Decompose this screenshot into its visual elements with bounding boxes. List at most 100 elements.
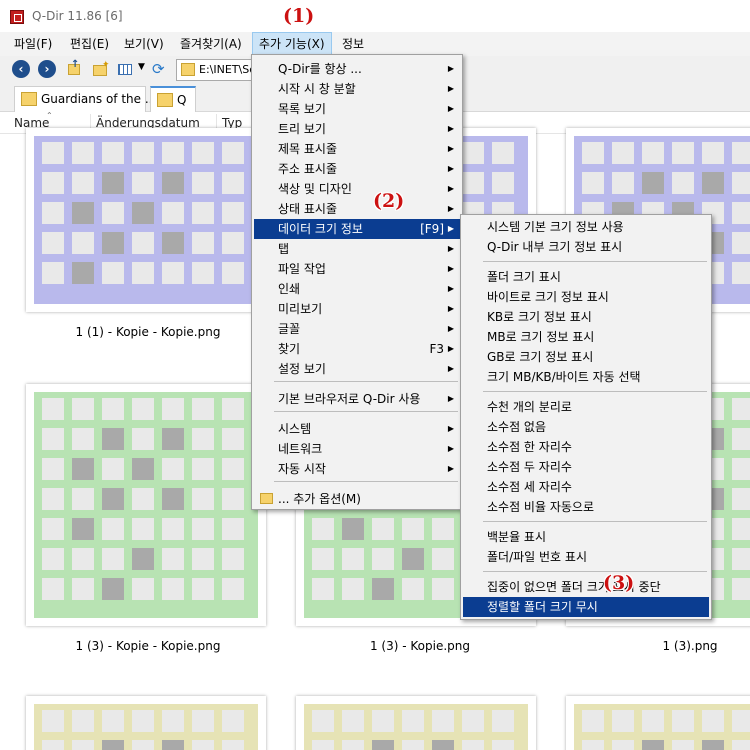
size-menu-item[interactable]: 수천 개의 분리로	[463, 397, 709, 417]
size-menu-item[interactable]: 소수점 두 자리수	[463, 457, 709, 477]
image-pixel	[222, 488, 244, 510]
image-pixel	[612, 142, 634, 164]
extras-menu-item[interactable]: 찾기 F3 ▶	[254, 339, 460, 359]
menu-item-label: 크기 MB/KB/바이트 자동 선택	[487, 370, 641, 384]
extras-menu-item[interactable]: 색상 및 디자인 ▶	[254, 179, 460, 199]
forward-arrow-icon[interactable]: ›	[38, 60, 56, 78]
chevron-down-icon[interactable]: ▼	[138, 62, 148, 80]
image-pixel	[132, 518, 154, 540]
image-pixel	[42, 262, 64, 284]
image-pixel	[72, 172, 94, 194]
image-pixel	[102, 142, 124, 164]
size-menu-item[interactable]: 크기 MB/KB/바이트 자동 선택	[463, 367, 709, 387]
thumbnail-item[interactable]	[26, 128, 266, 312]
tab-q[interactable]: Q	[150, 86, 196, 112]
menu-file[interactable]: 파일(F)	[8, 32, 58, 56]
extras-menu-item[interactable]: 설정 보기 ▶	[254, 359, 460, 379]
size-menu-item[interactable]: 폴더/파일 번호 표시	[463, 547, 709, 567]
back-arrow-icon[interactable]: ‹	[12, 60, 30, 78]
image-pixel	[222, 458, 244, 480]
extras-menu-item[interactable]: 파일 작업 ▶	[254, 259, 460, 279]
size-menu-item[interactable]: 집중이 없으면 폴더 크기 표시 중단	[463, 577, 709, 597]
image-pixel	[42, 518, 64, 540]
size-menu-item[interactable]: GB로 크기 정보 표시	[463, 347, 709, 367]
size-menu-item[interactable]: 소수점 세 자리수	[463, 477, 709, 497]
size-menu-item[interactable]: MB로 크기 정보 표시	[463, 327, 709, 347]
image-pixel	[672, 740, 694, 750]
menu-info[interactable]: 정보	[336, 32, 370, 56]
extras-menu-item[interactable]: 트리 보기 ▶	[254, 119, 460, 139]
tab-guardians[interactable]: Guardians of the ...	[14, 86, 156, 112]
extras-menu-item[interactable]: 기본 브라우저로 Q-Dir 사용 ▶	[254, 389, 460, 409]
menu-item-label: 파일 작업	[278, 262, 326, 276]
menu-item-label: 폴더 크기 표시	[487, 270, 561, 284]
size-menu-item[interactable]: 소수점 비율 자동으로	[463, 497, 709, 517]
up-folder-icon[interactable]: ↑	[66, 59, 82, 78]
view-grid-icon[interactable]	[116, 60, 136, 78]
image-pixel	[132, 740, 154, 750]
extras-menu-item[interactable]: 인쇄 ▶	[254, 279, 460, 299]
extras-menu-item[interactable]: 미리보기 ▶	[254, 299, 460, 319]
image-pixel	[222, 740, 244, 750]
size-menu-item[interactable]: 바이트로 크기 정보 표시	[463, 287, 709, 307]
size-menu-item[interactable]: 정렬할 폴더 크기 무시	[463, 597, 709, 617]
extras-menu-item[interactable]: 시스템 ▶	[254, 419, 460, 439]
extras-menu-item[interactable]: 네트워크 ▶	[254, 439, 460, 459]
extras-menu-item[interactable]: 탭 ▶	[254, 239, 460, 259]
image-pixel	[42, 458, 64, 480]
thumbnail-item[interactable]	[566, 696, 750, 750]
extras-menu-item[interactable]: 글꼴 ▶	[254, 319, 460, 339]
thumbnail-item[interactable]	[296, 696, 536, 750]
image-pixel	[672, 142, 694, 164]
submenu-arrow-icon: ▶	[447, 464, 454, 473]
menu-item-label: 소수점 세 자리수	[487, 480, 572, 494]
submenu-arrow-icon: ▶	[447, 364, 454, 373]
image-pixel	[672, 172, 694, 194]
image-pixel	[312, 740, 334, 750]
size-menu-item[interactable]: 폴더 크기 표시	[463, 267, 709, 287]
menu-view[interactable]: 보기(V)	[118, 32, 170, 56]
new-folder-icon[interactable]: ✦	[92, 60, 110, 78]
size-menu-item[interactable]: 시스템 기본 크기 정보 사용	[463, 217, 709, 237]
image-pixel	[42, 142, 64, 164]
menu-favorites[interactable]: 즐겨찾기(A)	[174, 32, 248, 56]
thumbnail-item[interactable]	[26, 384, 266, 626]
menu-separator	[274, 481, 458, 482]
address-text: E:\INET\Sc	[199, 63, 256, 76]
extras-menu-item[interactable]: Q-Dir를 항상 ... ▶	[254, 59, 460, 79]
extras-menu-item[interactable]: 데이터 크기 정보 [F9] ▶	[254, 219, 460, 239]
image-pixel	[132, 488, 154, 510]
image-pixel	[192, 548, 214, 570]
extras-menu-item[interactable]: 제목 표시줄 ▶	[254, 139, 460, 159]
extras-menu-item[interactable]: 상태 표시줄 ▶	[254, 199, 460, 219]
image-pixel	[222, 578, 244, 600]
image-pixel	[432, 710, 454, 732]
address-bar[interactable]: E:\INET\Sc	[176, 59, 256, 81]
image-pixel	[102, 262, 124, 284]
menu-item-label: 데이터 크기 정보	[278, 222, 363, 236]
extras-menu-item[interactable]: 주소 표시줄 ▶	[254, 159, 460, 179]
size-menu-item[interactable]: 백분율 표시	[463, 527, 709, 547]
refresh-icon[interactable]: ⟳	[152, 60, 170, 78]
extras-menu-item[interactable]: 자동 시작 ▶	[254, 459, 460, 479]
image-pixel	[342, 518, 364, 540]
size-menu-item[interactable]: 소수점 한 자리수	[463, 437, 709, 457]
size-menu-item[interactable]: KB로 크기 정보 표시	[463, 307, 709, 327]
extras-menu-item[interactable]: 목록 보기 ▶	[254, 99, 460, 119]
image-pixel	[222, 142, 244, 164]
extras-menu-item[interactable]: 시작 시 창 분할 ▶	[254, 79, 460, 99]
menu-item-label: Q-Dir 내부 크기 정보 표시	[487, 240, 623, 254]
image-pixel	[72, 740, 94, 750]
image-pixel	[702, 710, 724, 732]
size-menu-item[interactable]: 소수점 없음	[463, 417, 709, 437]
menu-extras[interactable]: 추가 기능(X)	[252, 32, 332, 56]
image-pixel	[102, 740, 124, 750]
extras-menu-item[interactable]: ... 추가 옵션(M)	[254, 489, 460, 509]
image-pixel	[192, 202, 214, 224]
menu-item-label: 소수점 없음	[487, 420, 547, 434]
menu-item-label: 소수점 비율 자동으로	[487, 500, 594, 514]
submenu-arrow-icon: ▶	[447, 394, 454, 403]
menu-edit[interactable]: 편집(E)	[64, 32, 115, 56]
size-menu-item[interactable]: Q-Dir 내부 크기 정보 표시	[463, 237, 709, 257]
thumbnail-item[interactable]	[26, 696, 266, 750]
